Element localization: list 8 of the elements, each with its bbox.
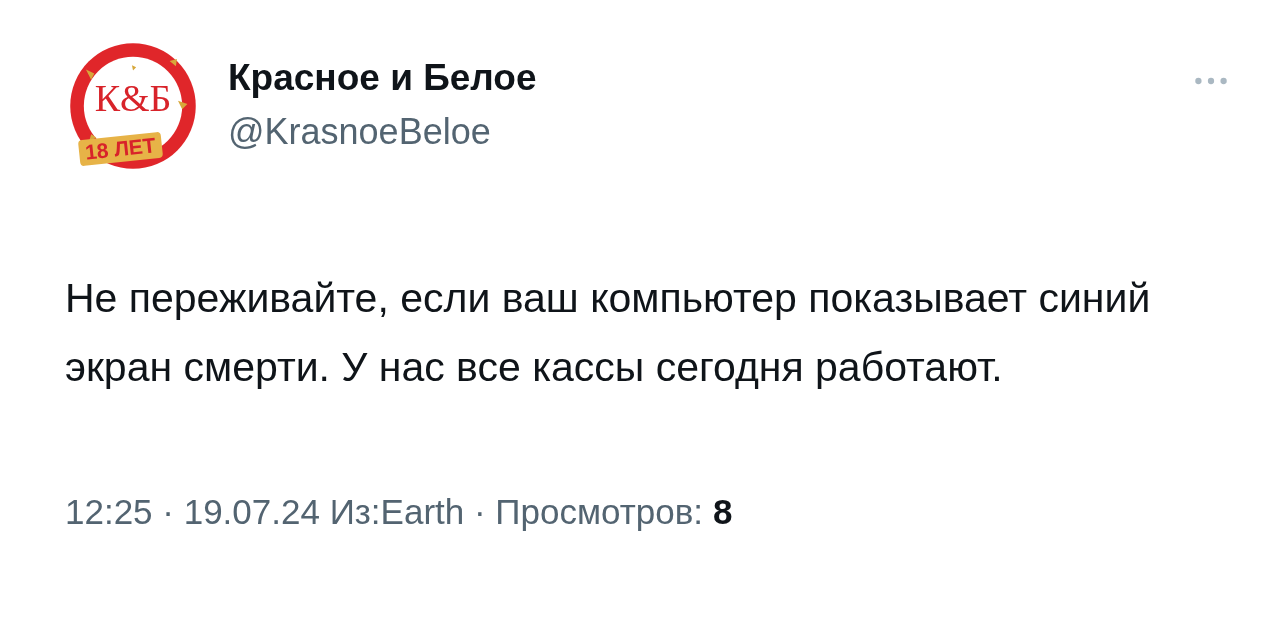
more-icon[interactable] [1193, 76, 1229, 86]
view-count: 8 [712, 492, 733, 532]
tweet-text: Не переживайте, если ваш компьютер показывает синий экран смерти. У нас все кассы сегодня работают. [65, 274, 1152, 392]
author-name[interactable]: Красное и Белое [228, 54, 537, 102]
author-handle[interactable]: @KrasnoeBeloe [228, 108, 491, 156]
avatar-logo[interactable]: К&Б 18 ЛЕТ [65, 38, 201, 178]
tweet-meta: 12:25 · 19.07.24 Из:Earth · Просмотров: [65, 492, 703, 532]
logo-text: К&Б [93, 76, 173, 120]
